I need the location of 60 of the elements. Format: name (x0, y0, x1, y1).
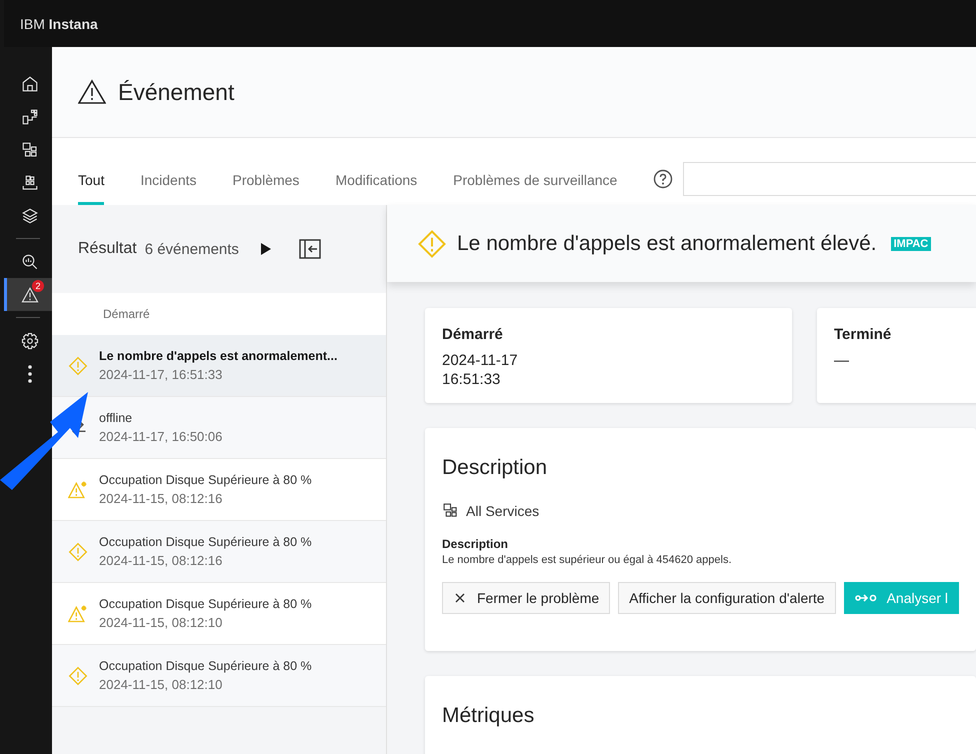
service-name: All Services (466, 502, 540, 518)
count-badge: 2 (32, 280, 44, 292)
product-name: IBM Instana (20, 16, 98, 32)
event-row[interactable]: Le nombre d'appels est anormalement... 2024-11-17, 16:51:33 (52, 335, 386, 397)
warning-diamond-icon (68, 356, 88, 376)
dashboard-icon (20, 108, 38, 126)
close-icon (453, 591, 467, 605)
card-label: Démarré (442, 326, 504, 343)
nav-button[interactable]: 2 (4, 278, 52, 311)
play-icon (260, 243, 271, 255)
search-field[interactable] (683, 162, 976, 196)
action-button[interactable]: Afficher la configuration d'alerte (618, 582, 836, 614)
result-label: Résultat (78, 240, 137, 258)
help-icon (653, 169, 674, 189)
tab[interactable]: Problèmes de surveillance (453, 161, 618, 205)
event-time: 2024-11-15, 08:12:10 (99, 677, 224, 692)
warning-triangle-icon (68, 480, 88, 500)
event-heading: Le nombre d'appels est anormalement élevé. (457, 232, 877, 256)
card-value: — (834, 351, 850, 370)
event-time: 2024-11-15, 08:12:16 (99, 553, 224, 568)
tab[interactable]: Incidents (140, 161, 197, 205)
collapse-panel-icon (298, 239, 321, 259)
action-button[interactable]: Fermer le problème (442, 582, 610, 614)
impact-tag: IMPAC (890, 236, 932, 250)
magnifier-icon (20, 252, 38, 270)
warning-icon (78, 79, 106, 105)
event-time: 2024-11-15, 08:12:16 (99, 491, 224, 506)
event-title: Occupation Disque Supérieure à 80 % (99, 535, 312, 549)
result-count: 6 événements (144, 240, 239, 258)
tab[interactable]: Modifications (335, 161, 418, 205)
field-label: Description (442, 537, 510, 551)
warning-triangle-icon (68, 604, 88, 624)
home-icon (20, 74, 38, 92)
event-time: 2024-11-17, 16:50:06 (99, 429, 222, 444)
section-heading: Description (442, 456, 548, 480)
event-title: Occupation Disque Supérieure à 80 % (99, 659, 312, 673)
more-icon (28, 364, 32, 382)
page-title: Événement (118, 78, 234, 106)
event-row[interactable]: Occupation Disque Supérieure à 80 % 2024-11-15, 08:12:16 (52, 459, 386, 521)
event-title: Occupation Disque Supérieure à 80 % (99, 473, 312, 487)
warning-diamond-icon (68, 542, 88, 562)
warning-diamond-icon (68, 666, 88, 686)
gear-icon (20, 332, 38, 350)
section-heading: Métriques (442, 704, 536, 728)
services-icon (442, 502, 459, 519)
event-title: Occupation Disque Supérieure à 80 % (99, 597, 312, 611)
card-value: 2024-11-17 16:51:33 (442, 351, 519, 389)
column-header[interactable]: Démarré (52, 293, 386, 335)
infrastructure-icon (20, 174, 38, 192)
event-row[interactable]: Occupation Disque Supérieure à 80 % 2024-11-15, 08:12:10 (52, 583, 386, 645)
description-text: Le nombre d'appels est supérieur ou égal à 454620 appels. (442, 554, 733, 566)
event-time: 2024-11-17, 16:51:33 (99, 367, 224, 382)
services-icon (20, 140, 38, 158)
event-title: Le nombre d'appels est anormalement... (99, 349, 338, 363)
card-label: Terminé (834, 326, 892, 343)
layers-icon (20, 206, 38, 224)
warning-diamond-icon (417, 228, 447, 258)
event-title: offline (99, 411, 134, 425)
tab[interactable]: Problèmes (232, 161, 300, 205)
event-time: 2024-11-15, 08:12:10 (99, 615, 224, 630)
